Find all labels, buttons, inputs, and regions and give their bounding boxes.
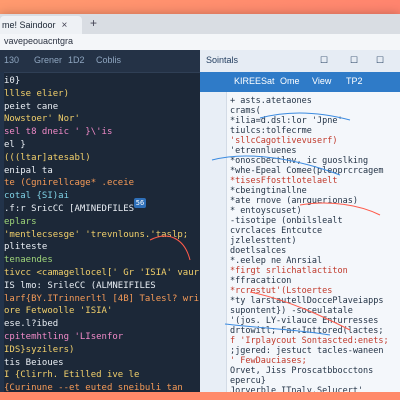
left-editor-header: 130 Grener 1D2 Coblis xyxy=(0,50,200,73)
left-code-line: larf{BY.ITrinnerltl [4B] Talesl? wri xyxy=(4,293,200,304)
left-code-line: IS lmo: SrileCC (ALMNEIFILES xyxy=(4,280,156,291)
line-badge: 56 xyxy=(134,198,146,208)
bottom-gradient-strip xyxy=(0,392,400,400)
left-code-line: I {Clirrh. Etilled ive le xyxy=(4,370,140,381)
left-code-line: IDS}syzilers) xyxy=(4,344,75,355)
left-tab-3[interactable]: 1D2 xyxy=(68,55,85,65)
left-code-line: (((ltar]atesabl) xyxy=(4,152,91,163)
left-code-line: enipal ta xyxy=(4,165,53,176)
right-editor-header: Sointals ☐ ☐ ☐ xyxy=(200,50,400,73)
code-editor-left: 130 Grener 1D2 Coblis i0} lllse elier) pei… xyxy=(0,50,200,393)
left-code-line: tis Beioues xyxy=(4,357,64,368)
left-code-line: i0} xyxy=(4,76,21,86)
left-code-line: cpitemhtling 'LIsenfor xyxy=(4,332,124,342)
browser-tab[interactable]: me! Saindoor × xyxy=(0,16,82,34)
left-code-line: Nowstoer' Nor' xyxy=(4,114,80,125)
left-code-line: ore Fetwoolle 'ISIA' xyxy=(4,306,113,317)
left-code-line: tenaendes xyxy=(4,255,53,266)
left-code-line: sel t8 dneic ' }\'is xyxy=(4,127,113,138)
left-code-line: peiet cane xyxy=(4,101,59,112)
new-tab-button[interactable]: + xyxy=(90,16,97,30)
left-code-line: cotal {SI)ai xyxy=(4,191,70,202)
window-icon-1[interactable]: ☐ xyxy=(320,55,328,66)
left-tab-1[interactable]: 130 xyxy=(4,55,19,65)
address-bar[interactable]: vavepeouacntgra xyxy=(0,34,400,51)
window-icon-3[interactable]: ☐ xyxy=(376,55,384,66)
left-code-line: eplars xyxy=(4,216,37,227)
left-code-line: te (Cgnirellcage* .eceie xyxy=(4,178,135,189)
toolbar-item-1[interactable]: KIREESat xyxy=(234,76,275,86)
left-code-line: tivcc <camagellocel[' Gr 'ISIA' vaur xyxy=(4,268,200,278)
left-tab-4[interactable]: Coblis xyxy=(96,55,121,65)
window-icon-2[interactable]: ☐ xyxy=(350,55,358,66)
address-text: vavepeouacntgra xyxy=(4,36,74,46)
right-panel-title: Sointals xyxy=(206,55,239,65)
tab-title: me! Saindoor xyxy=(2,20,56,30)
right-gutter xyxy=(200,92,227,392)
right-toolbar: KIREESat Ome View TP2 xyxy=(200,72,400,92)
toolbar-item-4[interactable]: TP2 xyxy=(346,76,363,86)
tab-strip: me! Saindoor × + xyxy=(0,14,400,34)
left-code-line: el } xyxy=(4,140,26,150)
left-code-line: 'mentlecsesge' 'trevnlouns.'taslp; xyxy=(4,229,189,240)
close-icon[interactable]: × xyxy=(62,20,68,31)
left-code-line: .f:r SricCC [AMINEDFILES xyxy=(4,204,135,214)
left-code-line: ese.l?ibed xyxy=(4,319,59,330)
left-tab-2[interactable]: Grener xyxy=(34,55,62,65)
code-editor-right: Sointals ☐ ☐ ☐ KIREESat Ome View TP2 + a… xyxy=(200,50,400,396)
left-code-line: pliteste xyxy=(4,242,48,253)
toolbar-item-3[interactable]: View xyxy=(312,76,331,86)
browser-window: me! Saindoor × + vavepeouacntgra 130 Gre… xyxy=(0,14,400,396)
left-code-line: lllse elier) xyxy=(4,88,70,99)
toolbar-item-2[interactable]: Ome xyxy=(280,76,300,86)
